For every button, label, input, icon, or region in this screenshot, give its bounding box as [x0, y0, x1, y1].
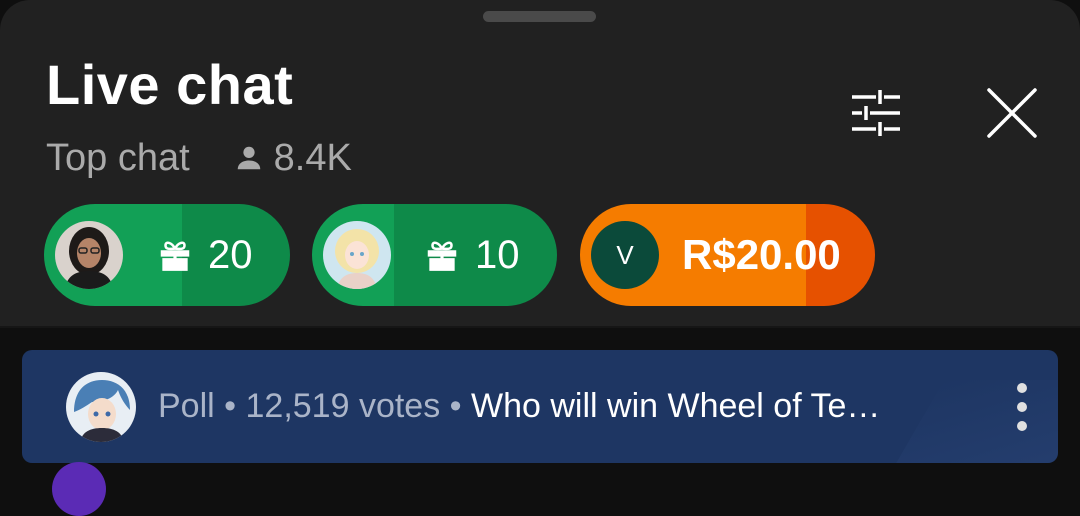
gift-icon [160, 241, 190, 271]
super-chat-pill[interactable]: V R$20.00 [580, 204, 875, 306]
gift-count: 20 [208, 232, 253, 277]
drag-handle[interactable] [483, 11, 596, 22]
avatar [66, 372, 136, 442]
gift-icon [427, 241, 457, 271]
person-icon [237, 146, 260, 170]
poll-label: Poll [158, 387, 215, 425]
gift-pill-1[interactable]: 20 [44, 204, 290, 306]
tune-icon [852, 90, 900, 136]
avatar [52, 462, 106, 516]
poll-question: Who will win Wheel of Te… [471, 387, 881, 425]
filter-button[interactable] [840, 80, 912, 146]
more-options-button[interactable] [1002, 378, 1042, 436]
gift-pill-2[interactable]: 10 [312, 204, 557, 306]
close-button[interactable] [975, 78, 1049, 148]
avatar: V [591, 221, 659, 289]
more-vert-icon [1017, 383, 1027, 431]
chat-mode-selector[interactable]: Top chat [46, 137, 190, 180]
page-title: Live chat [46, 53, 294, 116]
viewer-count: 8.4K [273, 136, 352, 179]
avatar [323, 221, 391, 289]
avatar [55, 221, 123, 289]
super-chat-amount: R$20.00 [682, 231, 841, 278]
gift-count: 10 [475, 232, 520, 277]
chat-subtitle: Top chat 8.4K [46, 133, 352, 183]
poll-text: Poll • 12,519 votes • Who will win Wheel… [158, 387, 881, 425]
poll-votes: 12,519 votes [245, 387, 441, 425]
close-icon [987, 88, 1037, 138]
poll-banner[interactable]: Poll • 12,519 votes • Who will win Wheel… [22, 350, 1058, 463]
